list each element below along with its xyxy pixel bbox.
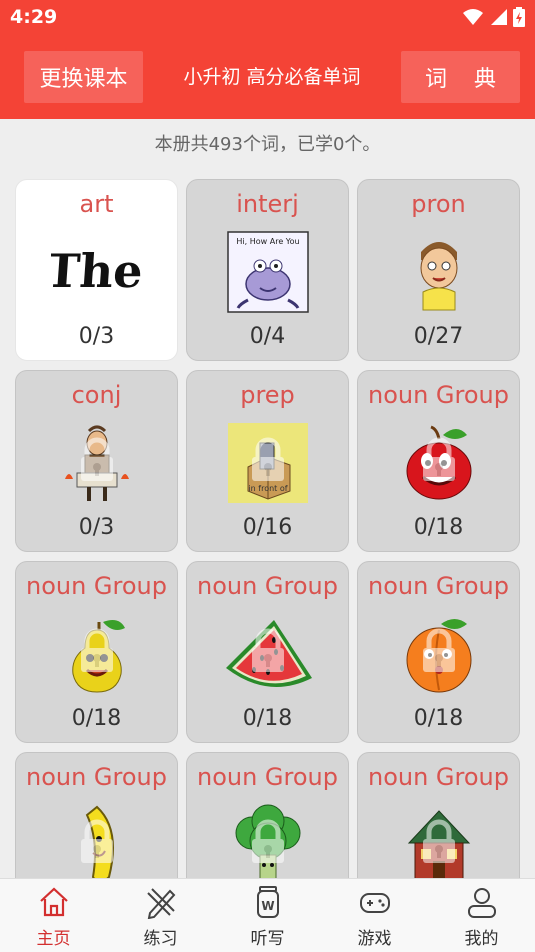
book-title: 小升初 高分必备单词 [183,66,361,88]
category-card[interactable]: interj Hi, How Are You 0/4 [186,179,349,361]
category-progress: 0/18 [413,515,464,540]
progress-summary: 本册共493个词，已学0个。 [154,134,381,155]
category-progress: 0/3 [78,515,115,540]
category-card[interactable]: noun Group [15,752,178,878]
nav-item[interactable]: 我的 [428,879,535,952]
category-card[interactable]: noun Group 0/18 [15,561,178,743]
pencil-ruler-icon [144,885,178,920]
home-icon [37,885,71,919]
category-label: noun Group [196,572,338,600]
category-card[interactable]: noun Group 0/18 [357,370,520,552]
boy-face-image [393,230,485,314]
category-card[interactable]: conj 0/3 [15,370,178,552]
category-label: noun Group [367,763,509,791]
lock-icon [251,437,284,481]
nav-item-label: 听写 [250,929,285,949]
category-card[interactable]: noun Group [186,752,349,878]
category-progress: 0/18 [413,706,464,731]
person-icon [465,885,499,919]
category-grid: art The 0/3 interj Hi, How Are You 0/4 pron 0/2… [15,179,520,878]
category-label: noun Group [25,763,167,791]
nav-item-label: 我的 [464,929,499,949]
category-label: noun Group [196,763,338,791]
nav-item[interactable]: W 听写 [214,879,321,952]
lock-icon [422,437,455,481]
category-card[interactable]: art The 0/3 [15,179,178,361]
status-bar: 4:29 [0,0,535,36]
lock-icon [251,819,284,863]
category-label: interj [236,190,299,218]
svg-text:W: W [261,899,274,913]
category-card[interactable]: noun Group 0/18 [186,561,349,743]
category-progress: 0/3 [78,324,115,349]
change-textbook-button[interactable]: 更换课本 [24,51,143,103]
category-label: noun Group [367,381,509,409]
nav-item[interactable]: 主页 [0,879,107,952]
category-progress: 0/18 [71,706,122,731]
lock-icon [251,628,284,672]
status-time: 4:29 [10,6,58,28]
nav-item-label: 主页 [36,929,71,949]
bottom-navigation: 主页 练习 W 听写 游戏 我的 [0,878,535,952]
the-word-image: The [43,230,144,314]
svg-text:Hi, How Are You: Hi, How Are You [236,237,299,246]
category-label: art [79,190,114,218]
category-progress: 0/4 [249,324,286,349]
dictation-cup-icon: W [251,885,285,919]
app-bar: 更换课本 小升初 高分必备单词 词 典 [0,36,535,119]
category-label: noun Group [25,572,167,600]
category-label: prep [240,381,295,409]
status-icons [463,7,525,27]
signal-icon [491,9,507,25]
lock-icon [80,819,113,863]
category-label: pron [411,190,466,218]
lock-icon [422,628,455,672]
in-front-of-caption: in front of [248,484,287,493]
category-progress: 0/18 [242,706,293,731]
lock-icon [80,437,113,481]
nav-item[interactable]: 练习 [107,879,214,952]
category-card[interactable]: prep in front of 0/16 [186,370,349,552]
gamepad-icon [358,885,392,919]
lock-icon [80,628,113,672]
category-card[interactable]: noun Group 0/18 [357,561,520,743]
category-label: conj [71,381,122,409]
category-card[interactable]: pron 0/27 [357,179,520,361]
hi-how-are-you-alien-image: Hi, How Are You [222,230,314,314]
wifi-icon [463,9,483,25]
nav-item-label: 练习 [143,929,178,949]
nav-item[interactable]: 游戏 [321,879,428,952]
nav-item-label: 游戏 [357,929,392,949]
category-label: noun Group [367,572,509,600]
category-progress: 0/16 [242,515,293,540]
lock-icon [422,819,455,863]
category-card[interactable]: noun Group [357,752,520,878]
category-progress: 0/27 [413,324,464,349]
category-grid-scroll[interactable]: art The 0/3 interj Hi, How Are You 0/4 pron 0/2… [0,170,535,878]
svg-text:The: The [51,244,143,298]
battery-icon [513,7,525,27]
dictionary-button[interactable]: 词 典 [401,51,520,103]
